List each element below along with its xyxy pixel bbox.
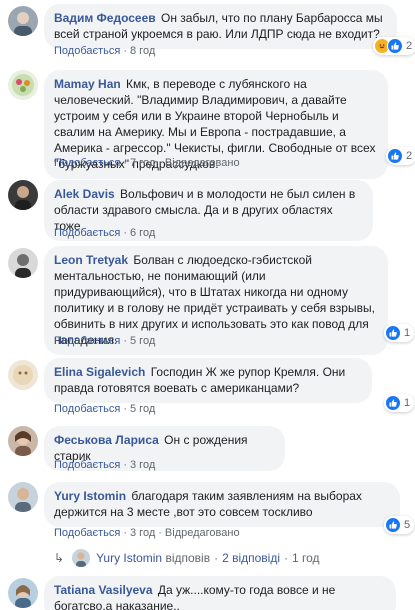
reaction-count: 1 <box>404 397 411 409</box>
like-link[interactable]: Подобається <box>54 45 120 57</box>
comment-actions: Подобається · 8 год <box>54 45 156 57</box>
comment-time[interactable]: 5 год <box>130 403 155 415</box>
avatar[interactable] <box>8 180 38 210</box>
comment-author[interactable]: Yury Istomin <box>54 489 126 503</box>
view-replies-link[interactable]: ↳ Yury Istomin відповів · 2 відповіді · 1 го… <box>54 549 320 567</box>
comment-time[interactable]: 6 год <box>130 227 155 239</box>
comment-author[interactable]: Tatiana Vasilyeva <box>54 583 153 597</box>
avatar[interactable] <box>8 360 38 390</box>
like-icon <box>387 38 403 54</box>
like-icon <box>385 325 401 341</box>
avatar[interactable] <box>8 578 38 608</box>
like-icon <box>385 395 401 411</box>
avatar[interactable] <box>8 70 38 100</box>
comment-time[interactable]: 3 год <box>130 459 155 471</box>
comment-time[interactable]: 3 год <box>130 527 155 539</box>
comment-time[interactable]: 8 год <box>130 45 155 57</box>
comment-actions: Подобається · 7 год · Відредаговано <box>54 157 240 169</box>
edited-label[interactable]: Відредаговано <box>165 157 240 169</box>
reply-action: відповів <box>165 551 211 565</box>
reaction-count: 2 <box>406 150 413 162</box>
comment-actions: Подобається · 5 год <box>54 403 156 415</box>
reply-arrow-icon: ↳ <box>54 551 65 565</box>
like-link[interactable]: Подобається <box>54 157 120 169</box>
like-link[interactable]: Подобається <box>54 227 120 239</box>
reaction-badge[interactable]: 2 <box>386 147 415 165</box>
comment-time[interactable]: 7 год <box>130 157 155 169</box>
like-link[interactable]: Подобається <box>54 335 120 347</box>
like-link[interactable]: Подобається <box>54 459 120 471</box>
comment-author[interactable]: Вадим Федосеев <box>54 11 156 25</box>
comment-author[interactable]: Leon Tretyak <box>54 253 128 267</box>
reaction-badge[interactable]: 5 <box>384 516 415 534</box>
reply-count[interactable]: 2 відповіді <box>222 551 280 565</box>
comment-author[interactable]: Elina Sigalevich <box>54 365 145 379</box>
avatar[interactable] <box>8 248 38 278</box>
comment-bubble: Вадим Федосеев Он забыл, что по плану Ба… <box>44 4 397 49</box>
comment-text: Болван с людоедско-гэбистской ментальнос… <box>54 253 375 347</box>
edited-label[interactable]: Відредаговано <box>165 527 240 539</box>
reaction-count: 1 <box>404 327 411 339</box>
comment-actions: Подобається · 3 год <box>54 459 156 471</box>
reaction-badge[interactable]: 2 <box>373 37 415 55</box>
like-icon <box>387 148 403 164</box>
avatar[interactable] <box>8 482 38 512</box>
avatar <box>72 549 91 567</box>
comment-author[interactable]: Mamay Han <box>54 77 121 91</box>
avatar[interactable] <box>8 426 38 456</box>
comment-author[interactable]: Феськова Лариса <box>54 433 159 447</box>
comment-time[interactable]: 5 год <box>130 335 155 347</box>
comment-actions: Подобається · 5 год <box>54 335 156 347</box>
comment-bubble: Elina Sigalevich Господин Ж же рупор Кре… <box>44 358 372 403</box>
comment-author[interactable]: Alek Davis <box>54 187 115 201</box>
reaction-badge[interactable]: 1 <box>384 394 415 412</box>
avatar[interactable] <box>8 6 38 36</box>
reaction-badge[interactable]: 1 <box>384 324 415 342</box>
like-icon <box>385 517 401 533</box>
comment-actions: Подобається · 3 год · Відредаговано <box>54 527 240 539</box>
reply-author[interactable]: Yury Istomin <box>96 551 162 565</box>
reaction-count: 5 <box>404 519 411 531</box>
comment-actions: Подобається · 6 год <box>54 227 156 239</box>
reply-time: 1 год <box>292 551 320 565</box>
comment-bubble: Yury Istomin благодаря таким заявлениям … <box>44 482 400 527</box>
reaction-count: 2 <box>406 40 413 52</box>
like-link[interactable]: Подобається <box>54 403 120 415</box>
comment-bubble: Tatiana Vasilyeva Да уж....кому-то года … <box>44 576 396 610</box>
like-link[interactable]: Подобається <box>54 527 120 539</box>
